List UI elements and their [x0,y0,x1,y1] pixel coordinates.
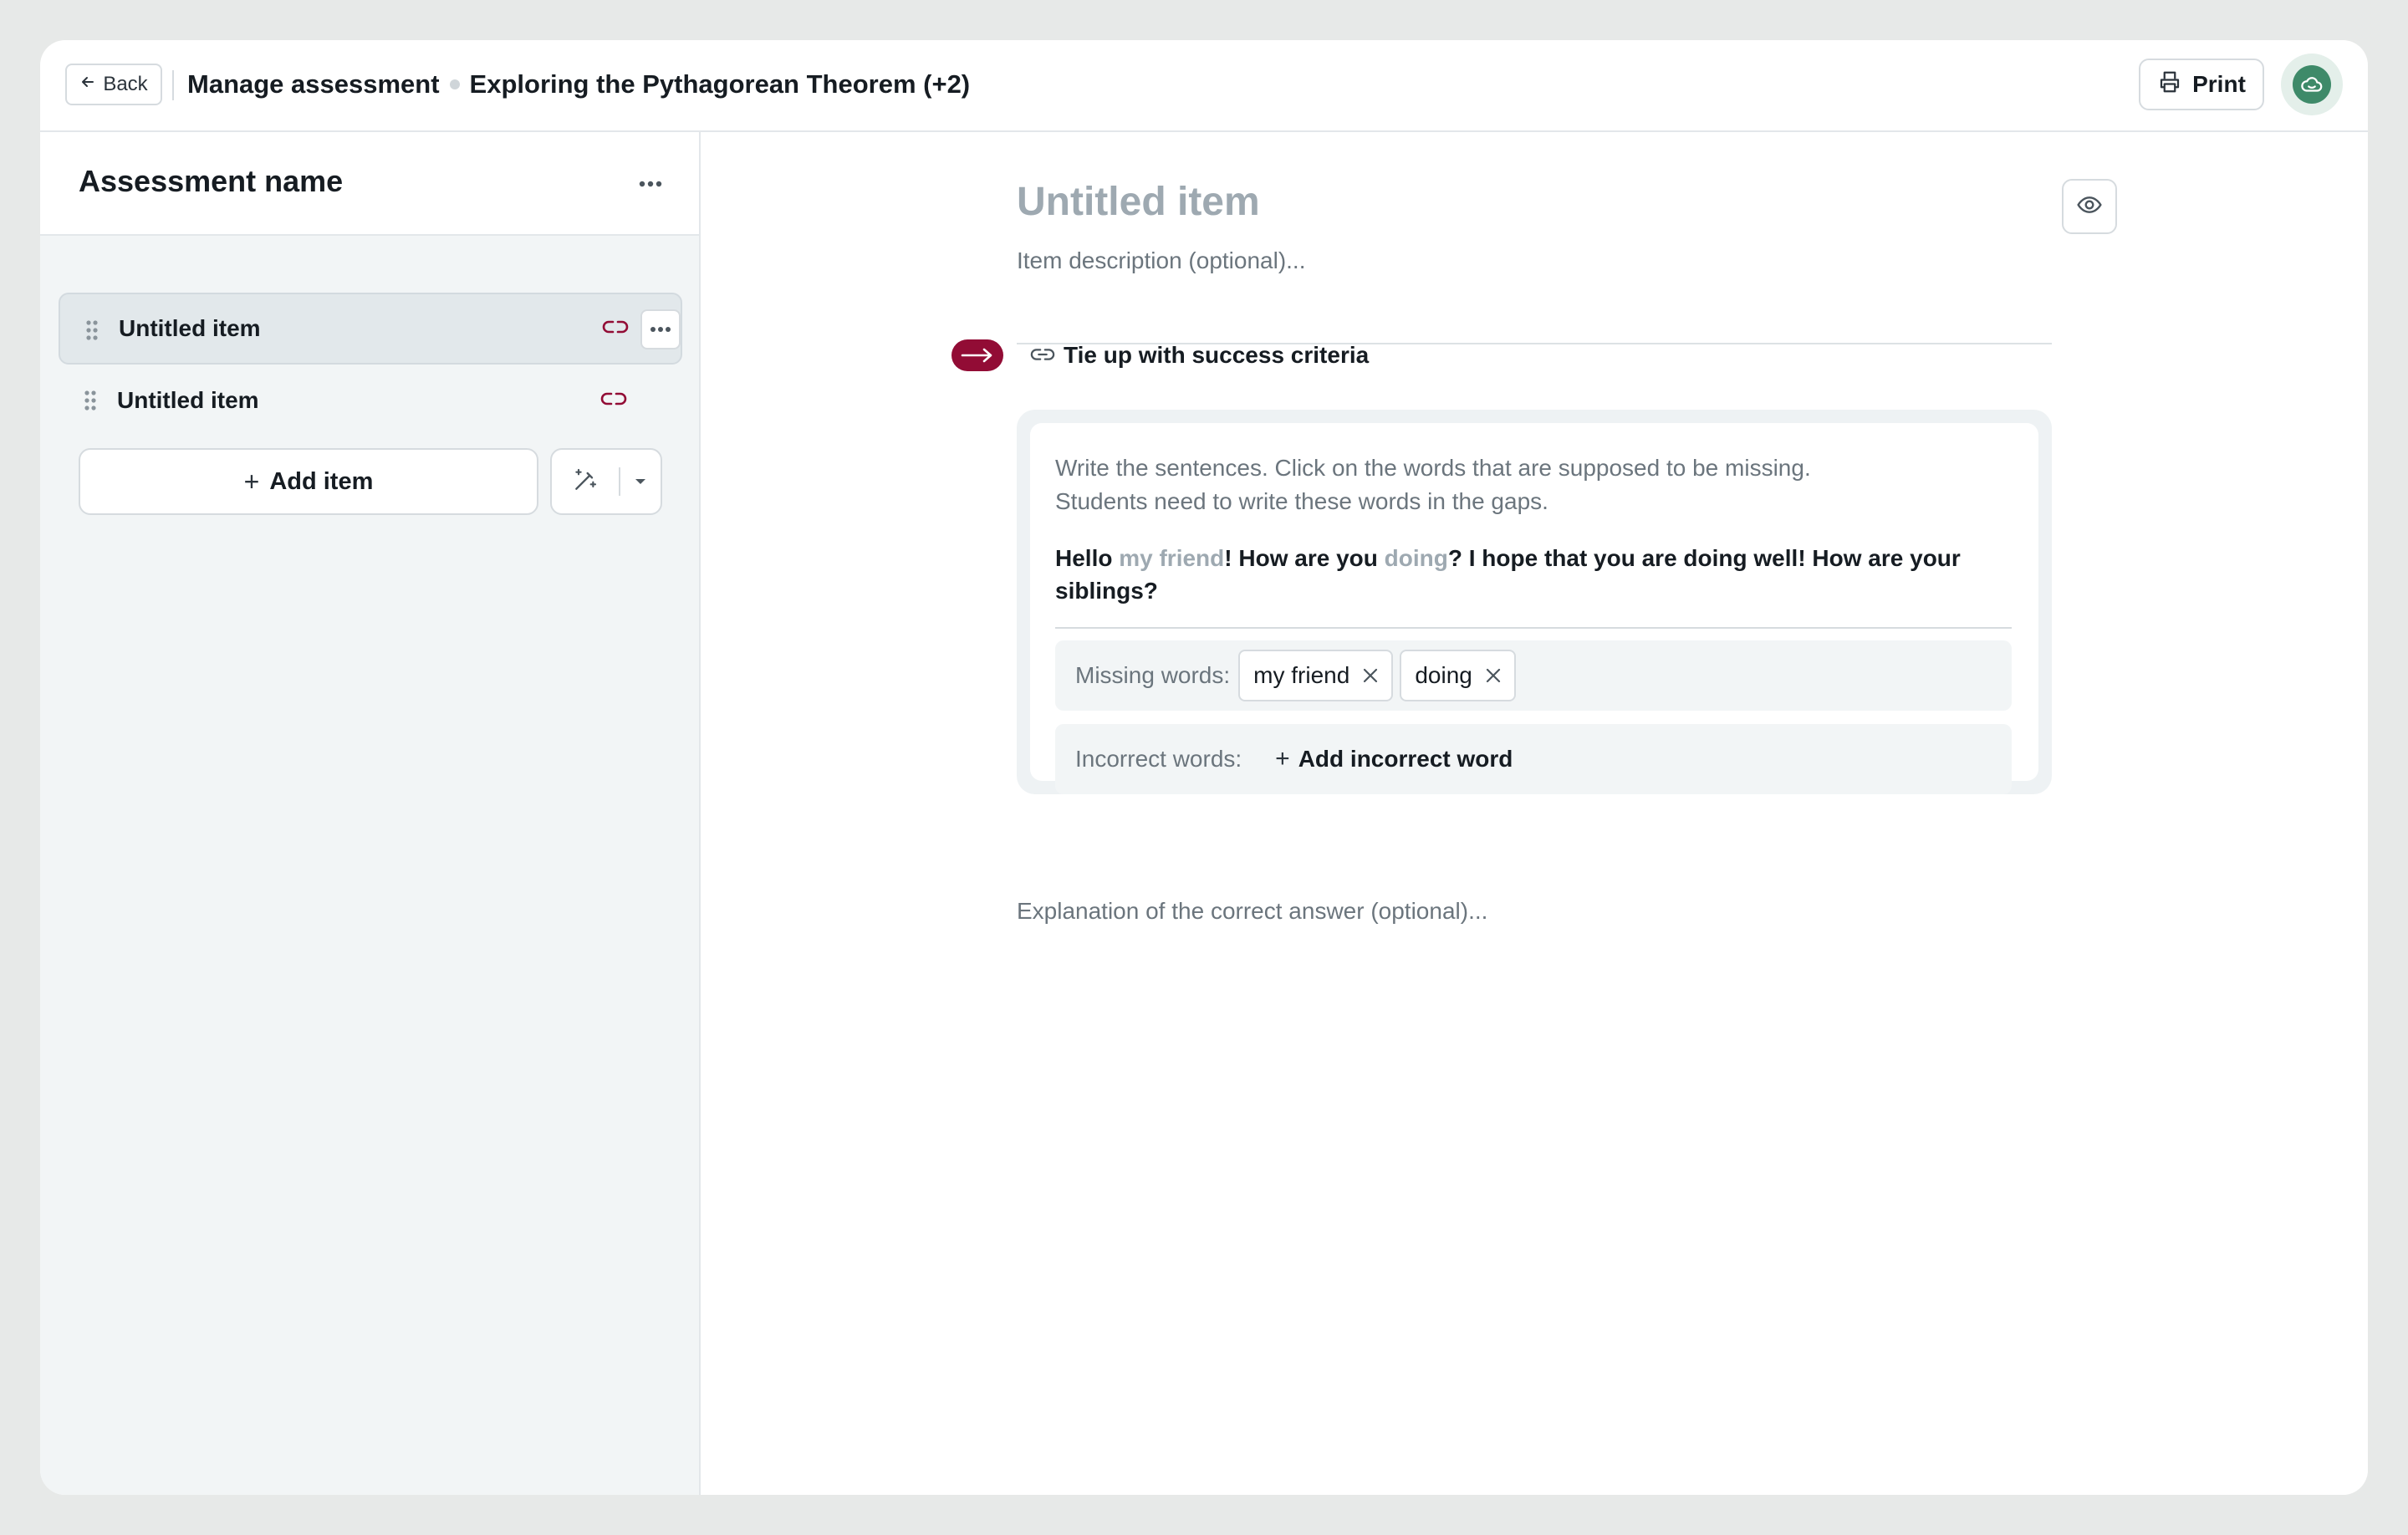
close-icon[interactable] [1486,662,1501,689]
sidebar-item-label: Untitled item [117,387,259,413]
sidebar-header: Assessment name [40,132,699,236]
top-bar: Back Manage assessment Exploring the Pyt… [40,40,2368,132]
item-editor: Untitled item Item description (optional… [702,132,2368,1495]
instructions: Write the sentences. Click on the words … [1055,451,1975,518]
avatar[interactable] [2281,54,2343,115]
chip-label: my friend [1253,662,1350,688]
missing-words-box: Missing words: my friend doing [1055,640,2012,711]
missing-word-chip: doing [1400,650,1516,701]
sentence-text: Hello [1055,545,1120,571]
generate-split-button [550,448,662,515]
breadcrumb: Manage assessment Exploring the Pythagor… [187,65,970,104]
drag-handle-icon[interactable] [84,390,97,416]
plus-icon: + [1275,745,1290,773]
card-body: Write the sentences. Click on the words … [1030,423,2038,794]
sidebar-item-1[interactable]: Untitled item [59,293,682,365]
print-label: Print [2192,71,2246,97]
arrow-right-icon[interactable] [951,339,1003,371]
drag-handle-icon[interactable] [85,319,99,345]
sidebar-item-label: Untitled item [119,315,261,341]
incorrect-words-label: Incorrect words: [1075,746,1242,772]
incorrect-words-box: Incorrect words: + Add incorrect word [1055,724,2012,794]
magic-wand-icon [572,467,599,497]
divider [1055,627,2012,629]
caret-down-icon [635,474,646,489]
printer-icon [2157,69,2182,100]
magic-wand-button[interactable] [552,450,619,513]
sentence-editor[interactable]: Hello my friend! How are you doing? I ho… [1055,542,2017,607]
cloud-avatar-icon [2293,65,2331,104]
gap-word[interactable]: my friend [1119,545,1224,571]
instructions-line-1: Write the sentences. Click on the words … [1055,455,1811,481]
generate-options-button[interactable] [620,450,661,513]
instructions-line-2: Students need to write these words in th… [1055,488,1548,514]
gap-word[interactable]: doing [1385,545,1448,571]
assessment-name[interactable]: Assessment name [79,164,343,199]
item-title-input[interactable]: Untitled item [1017,179,1260,225]
back-label: Back [103,73,148,95]
success-criteria-link[interactable]: Tie up with success criteria [1030,339,1369,371]
divider [172,70,174,100]
breadcrumb-separator [449,79,460,89]
link-icon[interactable] [600,390,627,411]
item-more-button[interactable] [640,309,681,349]
close-icon[interactable] [1363,662,1378,689]
app-window: Back Manage assessment Exploring the Pyt… [40,40,2368,1495]
more-horizontal-icon [650,322,671,337]
explanation-input[interactable]: Explanation of the correct answer (optio… [1017,898,1487,925]
missing-words-label: Missing words: [1075,662,1231,688]
print-button[interactable]: Print [2139,59,2264,110]
item-description-input[interactable]: Item description (optional)... [1017,247,1306,274]
breadcrumb-assessment-title: Exploring the Pythagorean Theorem (+2) [469,69,971,99]
add-incorrect-label: Add incorrect word [1298,746,1513,772]
missing-word-chip: my friend [1238,650,1394,701]
criteria-label: Tie up with success criteria [1064,342,1370,368]
sentence-text: ! How are you [1224,545,1385,571]
back-button[interactable]: Back [65,64,162,105]
link-icon [1030,342,1055,369]
plus-icon: + [243,466,260,497]
fill-in-the-gaps-card: Write the sentences. Click on the words … [1017,410,2052,794]
add-incorrect-word-button[interactable]: + Add incorrect word [1275,745,1513,773]
sidebar: Assessment name Untitled item Untitled i… [40,132,701,1495]
add-item-button[interactable]: + Add item [79,448,538,515]
eye-icon [2076,191,2103,222]
preview-button[interactable] [2062,179,2117,234]
arrow-left-icon [79,73,96,96]
chip-label: doing [1415,662,1472,688]
sidebar-item-2[interactable]: Untitled item [59,365,682,436]
more-horizontal-icon[interactable] [634,167,667,201]
add-item-label: Add item [269,467,374,495]
breadcrumb-section[interactable]: Manage assessment [187,69,440,99]
link-icon[interactable] [602,319,629,339]
